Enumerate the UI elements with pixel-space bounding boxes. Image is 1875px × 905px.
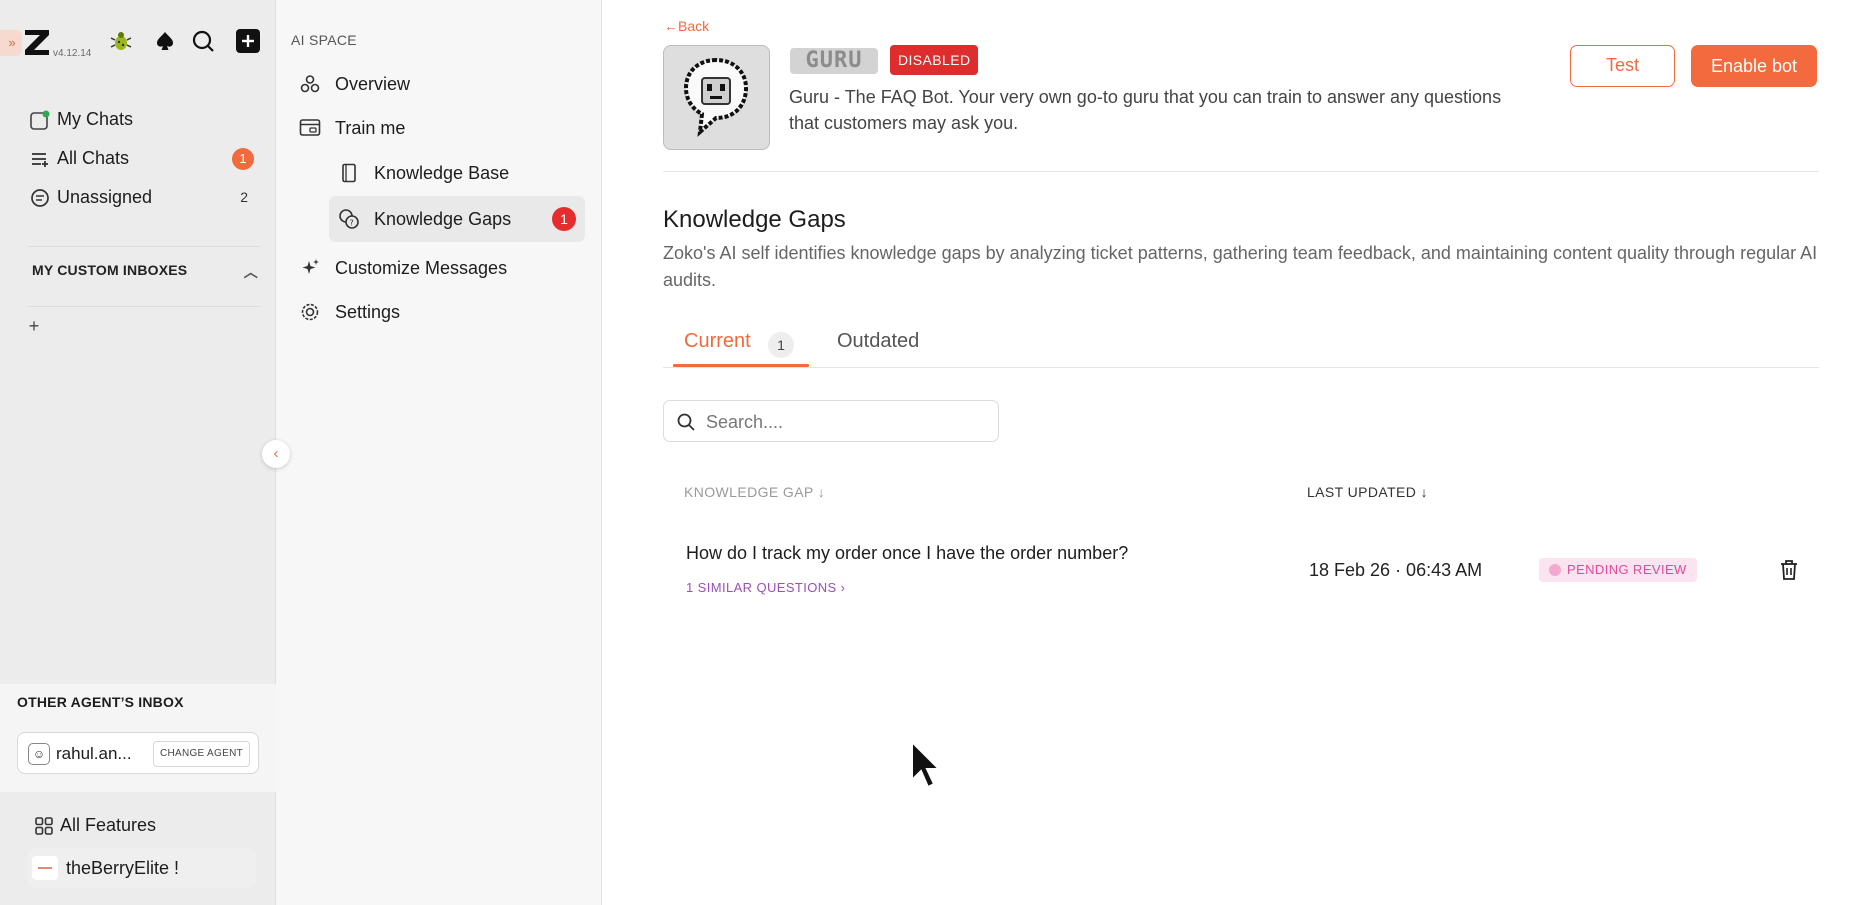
store-switcher[interactable]: theBerryElite ! <box>28 848 256 888</box>
panel-item-overview[interactable]: Overview <box>299 72 410 96</box>
back-link[interactable]: ←Back <box>664 18 709 34</box>
status-badge: DISABLED <box>890 45 979 75</box>
panel-item-settings[interactable]: Settings <box>299 300 400 324</box>
tab-outdated[interactable]: Outdated <box>837 330 919 353</box>
add-inbox-button[interactable]: + <box>24 316 44 336</box>
chevron-up-icon[interactable]: ︿ <box>244 262 258 282</box>
agent-selector[interactable]: ☺ rahul.an... CHANGE AGENT <box>17 732 259 774</box>
train-me-icon <box>299 117 321 139</box>
collapse-sidebar-button[interactable]: ‹ <box>262 440 290 468</box>
bug-icon[interactable] <box>108 28 134 54</box>
guru-bot-icon <box>683 57 749 137</box>
rail-item-unassigned[interactable]: Unassigned 2 <box>22 178 254 217</box>
store-logo <box>32 856 58 880</box>
panel-item-knowledge-gaps[interactable]: ? Knowledge Gaps 1 <box>329 196 585 242</box>
store-name: theBerryElite ! <box>66 858 180 878</box>
last-updated-value: 18 Feb 26 · 06:43 AM <box>1309 560 1483 580</box>
main-content: ←Back GURU DISABLED Guru - The FAQ Bot. … <box>603 0 1875 905</box>
bot-description: Guru - The FAQ Bot. Your very own go-to … <box>789 87 1502 133</box>
knowledge-gaps-count-badge: 1 <box>552 207 576 231</box>
search-icon <box>677 413 695 431</box>
zoko-logo-icon[interactable] <box>22 26 52 58</box>
section-title: Knowledge Gaps <box>663 206 846 233</box>
my-chats-icon <box>30 109 56 131</box>
unread-count-badge: 1 <box>232 148 254 170</box>
search-input[interactable] <box>706 410 986 434</box>
unassigned-count: 2 <box>240 189 248 205</box>
expand-sidebar-button[interactable]: » <box>0 30 22 56</box>
custom-inboxes-title: MY CUSTOM INBOXES <box>32 262 188 278</box>
similar-questions-link[interactable]: 1 SIMILAR QUESTIONS › <box>686 580 845 595</box>
panel-item-label: Settings <box>335 301 401 322</box>
bot-avatar <box>663 45 770 150</box>
change-agent-button[interactable]: CHANGE AGENT <box>152 741 250 767</box>
book-icon <box>338 162 360 184</box>
ai-space-panel: AI SPACE Overview Train me Knowledge Bas… <box>276 0 602 905</box>
panel-item-knowledge-base[interactable]: Knowledge Base <box>338 160 509 186</box>
tabs-divider <box>663 367 1819 368</box>
agent-avatar-icon: ☺ <box>28 743 50 765</box>
all-features-link[interactable]: All Features <box>34 815 156 836</box>
rail-item-label: My Chats <box>57 109 134 129</box>
sparkle-icon <box>299 257 321 279</box>
all-chats-icon <box>30 148 56 170</box>
agent-name: rahul.an... <box>56 744 132 763</box>
test-button[interactable]: Test <box>1570 45 1675 87</box>
column-header-last-updated[interactable]: LAST UPDATED ↓ <box>1307 484 1428 500</box>
grid-icon <box>35 816 53 835</box>
left-rail: » v4.12.14 My Chats All Chats 1 Unassign… <box>0 0 276 905</box>
rail-item-label: All Chats <box>57 148 130 168</box>
other-agent-inbox: OTHER AGENT’S INBOX ☺ rahul.an... CHANGE… <box>0 684 276 792</box>
svg-text:?: ? <box>350 219 354 228</box>
trash-icon[interactable] <box>1778 558 1800 582</box>
panel-item-label: Train me <box>335 117 406 138</box>
all-features-label: All Features <box>60 815 157 835</box>
brain-icon <box>1549 564 1561 576</box>
divider <box>28 306 260 307</box>
rail-item-label: Unassigned <box>57 187 153 207</box>
spade-icon[interactable] <box>152 28 178 54</box>
panel-item-label: Overview <box>335 73 411 94</box>
gear-icon <box>299 301 321 323</box>
similar-questions-label: 1 SIMILAR QUESTIONS <box>686 580 837 595</box>
custom-inboxes-header[interactable]: MY CUSTOM INBOXES ︿ <box>32 262 262 280</box>
pending-review-badge: PENDING REVIEW <box>1539 558 1697 582</box>
rail-item-all-chats[interactable]: All Chats 1 <box>22 139 254 178</box>
tab-current[interactable]: Current <box>684 330 751 353</box>
new-chat-icon[interactable] <box>235 28 261 54</box>
rail-top-bar: » v4.12.14 <box>0 18 276 66</box>
panel-item-label: Customize Messages <box>335 257 508 278</box>
overview-icon <box>299 73 321 95</box>
rail-nav: My Chats All Chats 1 Unassigned 2 <box>22 100 254 217</box>
section-description: Zoko's AI self identifies knowledge gaps… <box>663 243 1818 290</box>
app-version: v4.12.14 <box>53 48 92 59</box>
tab-current-count: 1 <box>768 332 794 358</box>
enable-bot-button[interactable]: Enable bot <box>1691 45 1817 87</box>
search-icon[interactable] <box>190 28 216 54</box>
unassigned-icon <box>30 187 56 209</box>
chevron-right-icon: › <box>840 580 846 595</box>
knowledge-gaps-icon: ? <box>338 208 360 230</box>
column-header-knowledge-gap[interactable]: KNOWLEDGE GAP ↓ <box>684 484 825 500</box>
bot-name-logo: GURU <box>790 48 878 74</box>
rail-item-my-chats[interactable]: My Chats <box>22 100 254 139</box>
other-agent-title: OTHER AGENT’S INBOX <box>17 694 184 710</box>
panel-item-customize-messages[interactable]: Customize Messages <box>299 256 507 280</box>
panel-item-label: Knowledge Gaps <box>374 208 512 229</box>
divider <box>663 171 1819 172</box>
mouse-cursor-icon <box>911 740 942 789</box>
panel-title: AI SPACE <box>291 32 357 48</box>
pending-review-label: PENDING REVIEW <box>1567 562 1687 577</box>
knowledge-gap-question[interactable]: How do I track my order once I have the … <box>686 543 1128 564</box>
panel-item-train-me[interactable]: Train me <box>299 116 405 140</box>
panel-item-label: Knowledge Base <box>374 162 510 183</box>
search-box[interactable] <box>663 400 999 442</box>
divider <box>28 246 260 247</box>
